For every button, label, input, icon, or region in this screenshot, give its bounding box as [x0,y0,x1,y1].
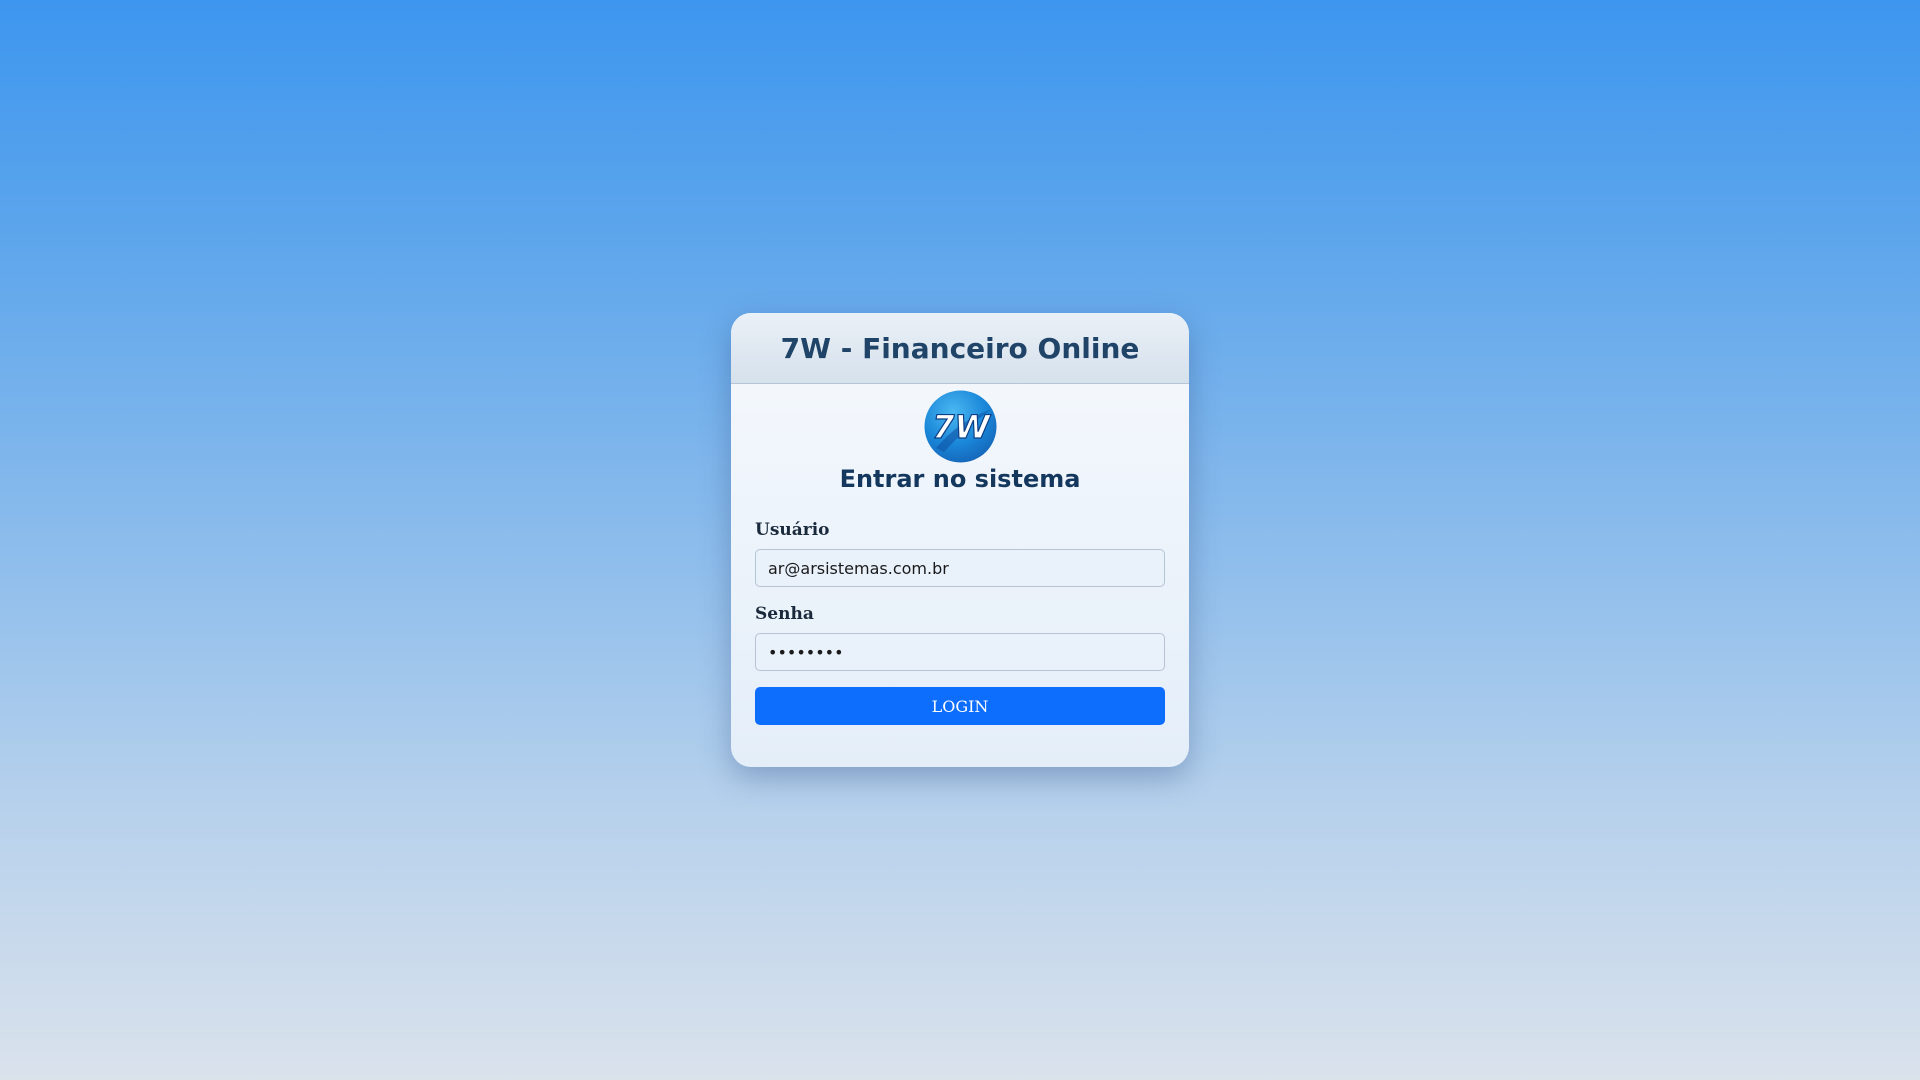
form-heading: Entrar no sistema [839,465,1081,493]
password-input[interactable] [755,633,1165,671]
login-card: 7W - Financeiro Online 7W Entrar no sist… [731,313,1189,767]
logo-text: 7W [932,408,991,446]
login-button[interactable]: LOGIN [755,687,1165,725]
7w-logo-icon: 7W [924,390,996,463]
username-label: Usuário [755,520,830,540]
page-title: 7W - Financeiro Online [780,331,1140,365]
username-input[interactable] [755,549,1165,587]
password-label: Senha [755,604,814,624]
logo-wrap: 7W [755,390,1165,463]
card-header: 7W - Financeiro Online [731,313,1189,384]
card-body: 7W Entrar no sistema Usuário Senha LOGIN [731,384,1189,725]
